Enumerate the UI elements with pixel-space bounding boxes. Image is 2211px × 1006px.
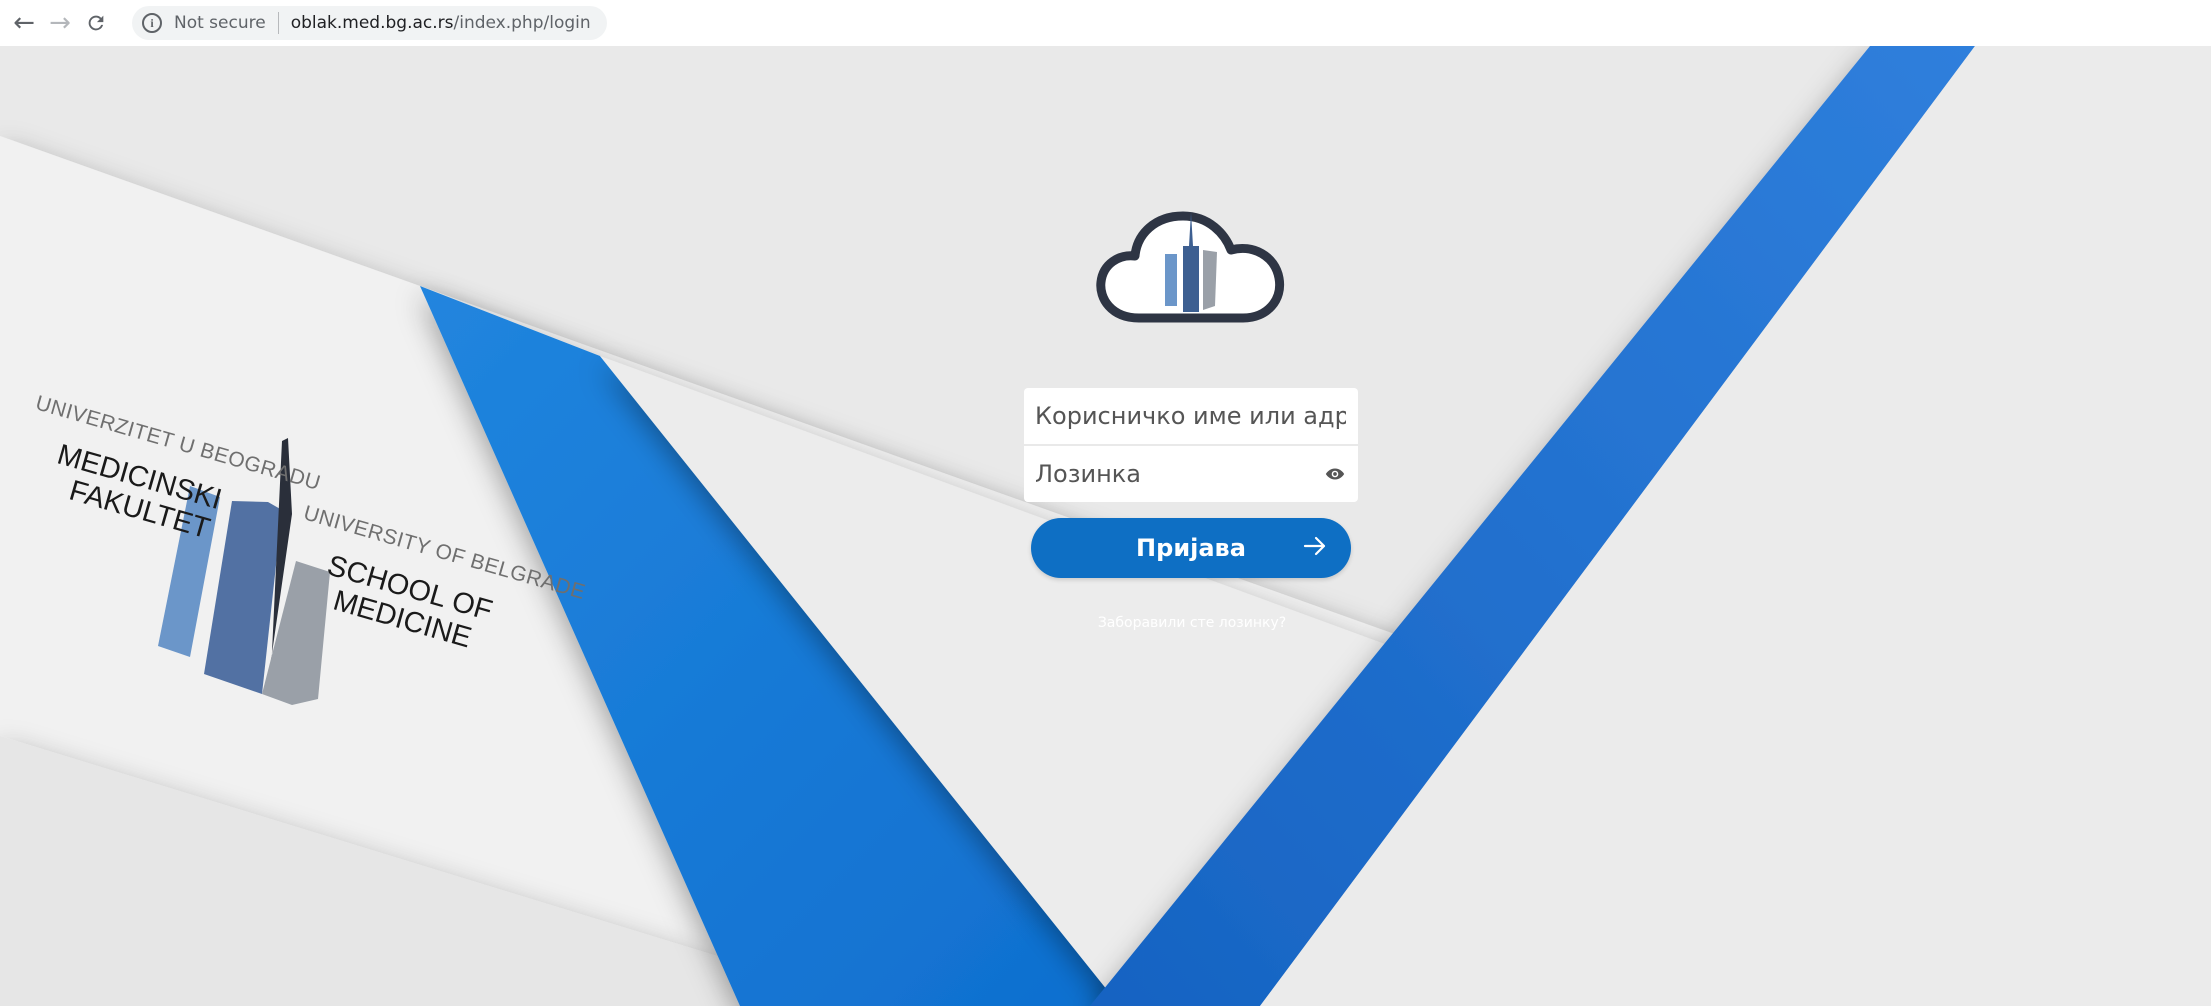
forward-arrow-icon[interactable]: → bbox=[42, 5, 78, 41]
address-divider bbox=[277, 12, 279, 34]
login-button-label: Пријава bbox=[1136, 534, 1246, 562]
security-status: Not secure bbox=[174, 13, 266, 33]
arrow-right-icon bbox=[1303, 536, 1326, 556]
info-icon[interactable]: i bbox=[142, 13, 162, 33]
password-field[interactable] bbox=[1024, 446, 1358, 502]
reload-icon[interactable] bbox=[78, 5, 114, 41]
url-path: /index.php/login bbox=[453, 13, 591, 33]
show-password-eye-icon[interactable] bbox=[1324, 463, 1346, 485]
login-page: UNIVERZITET U BEOGRADU MEDICINSKI FAKULT… bbox=[0, 46, 2211, 1006]
username-input[interactable] bbox=[1035, 402, 1346, 430]
address-bar[interactable]: i Not secure oblak.med.bg.ac.rs/index.ph… bbox=[132, 6, 607, 40]
username-field[interactable] bbox=[1024, 388, 1358, 444]
cloud-logo-icon bbox=[1096, 211, 1285, 323]
url-text[interactable]: oblak.med.bg.ac.rs/index.php/login bbox=[291, 13, 591, 33]
browser-toolbar: ← → i Not secure oblak.med.bg.ac.rs/inde… bbox=[0, 0, 2211, 46]
login-button[interactable]: Пријава bbox=[1031, 518, 1351, 578]
back-arrow-icon[interactable]: ← bbox=[6, 5, 42, 41]
forgot-password-link[interactable]: Заборавили сте лозинку? bbox=[1092, 615, 1292, 631]
password-input[interactable] bbox=[1035, 460, 1324, 488]
url-host: oblak.med.bg.ac.rs bbox=[290, 13, 454, 33]
